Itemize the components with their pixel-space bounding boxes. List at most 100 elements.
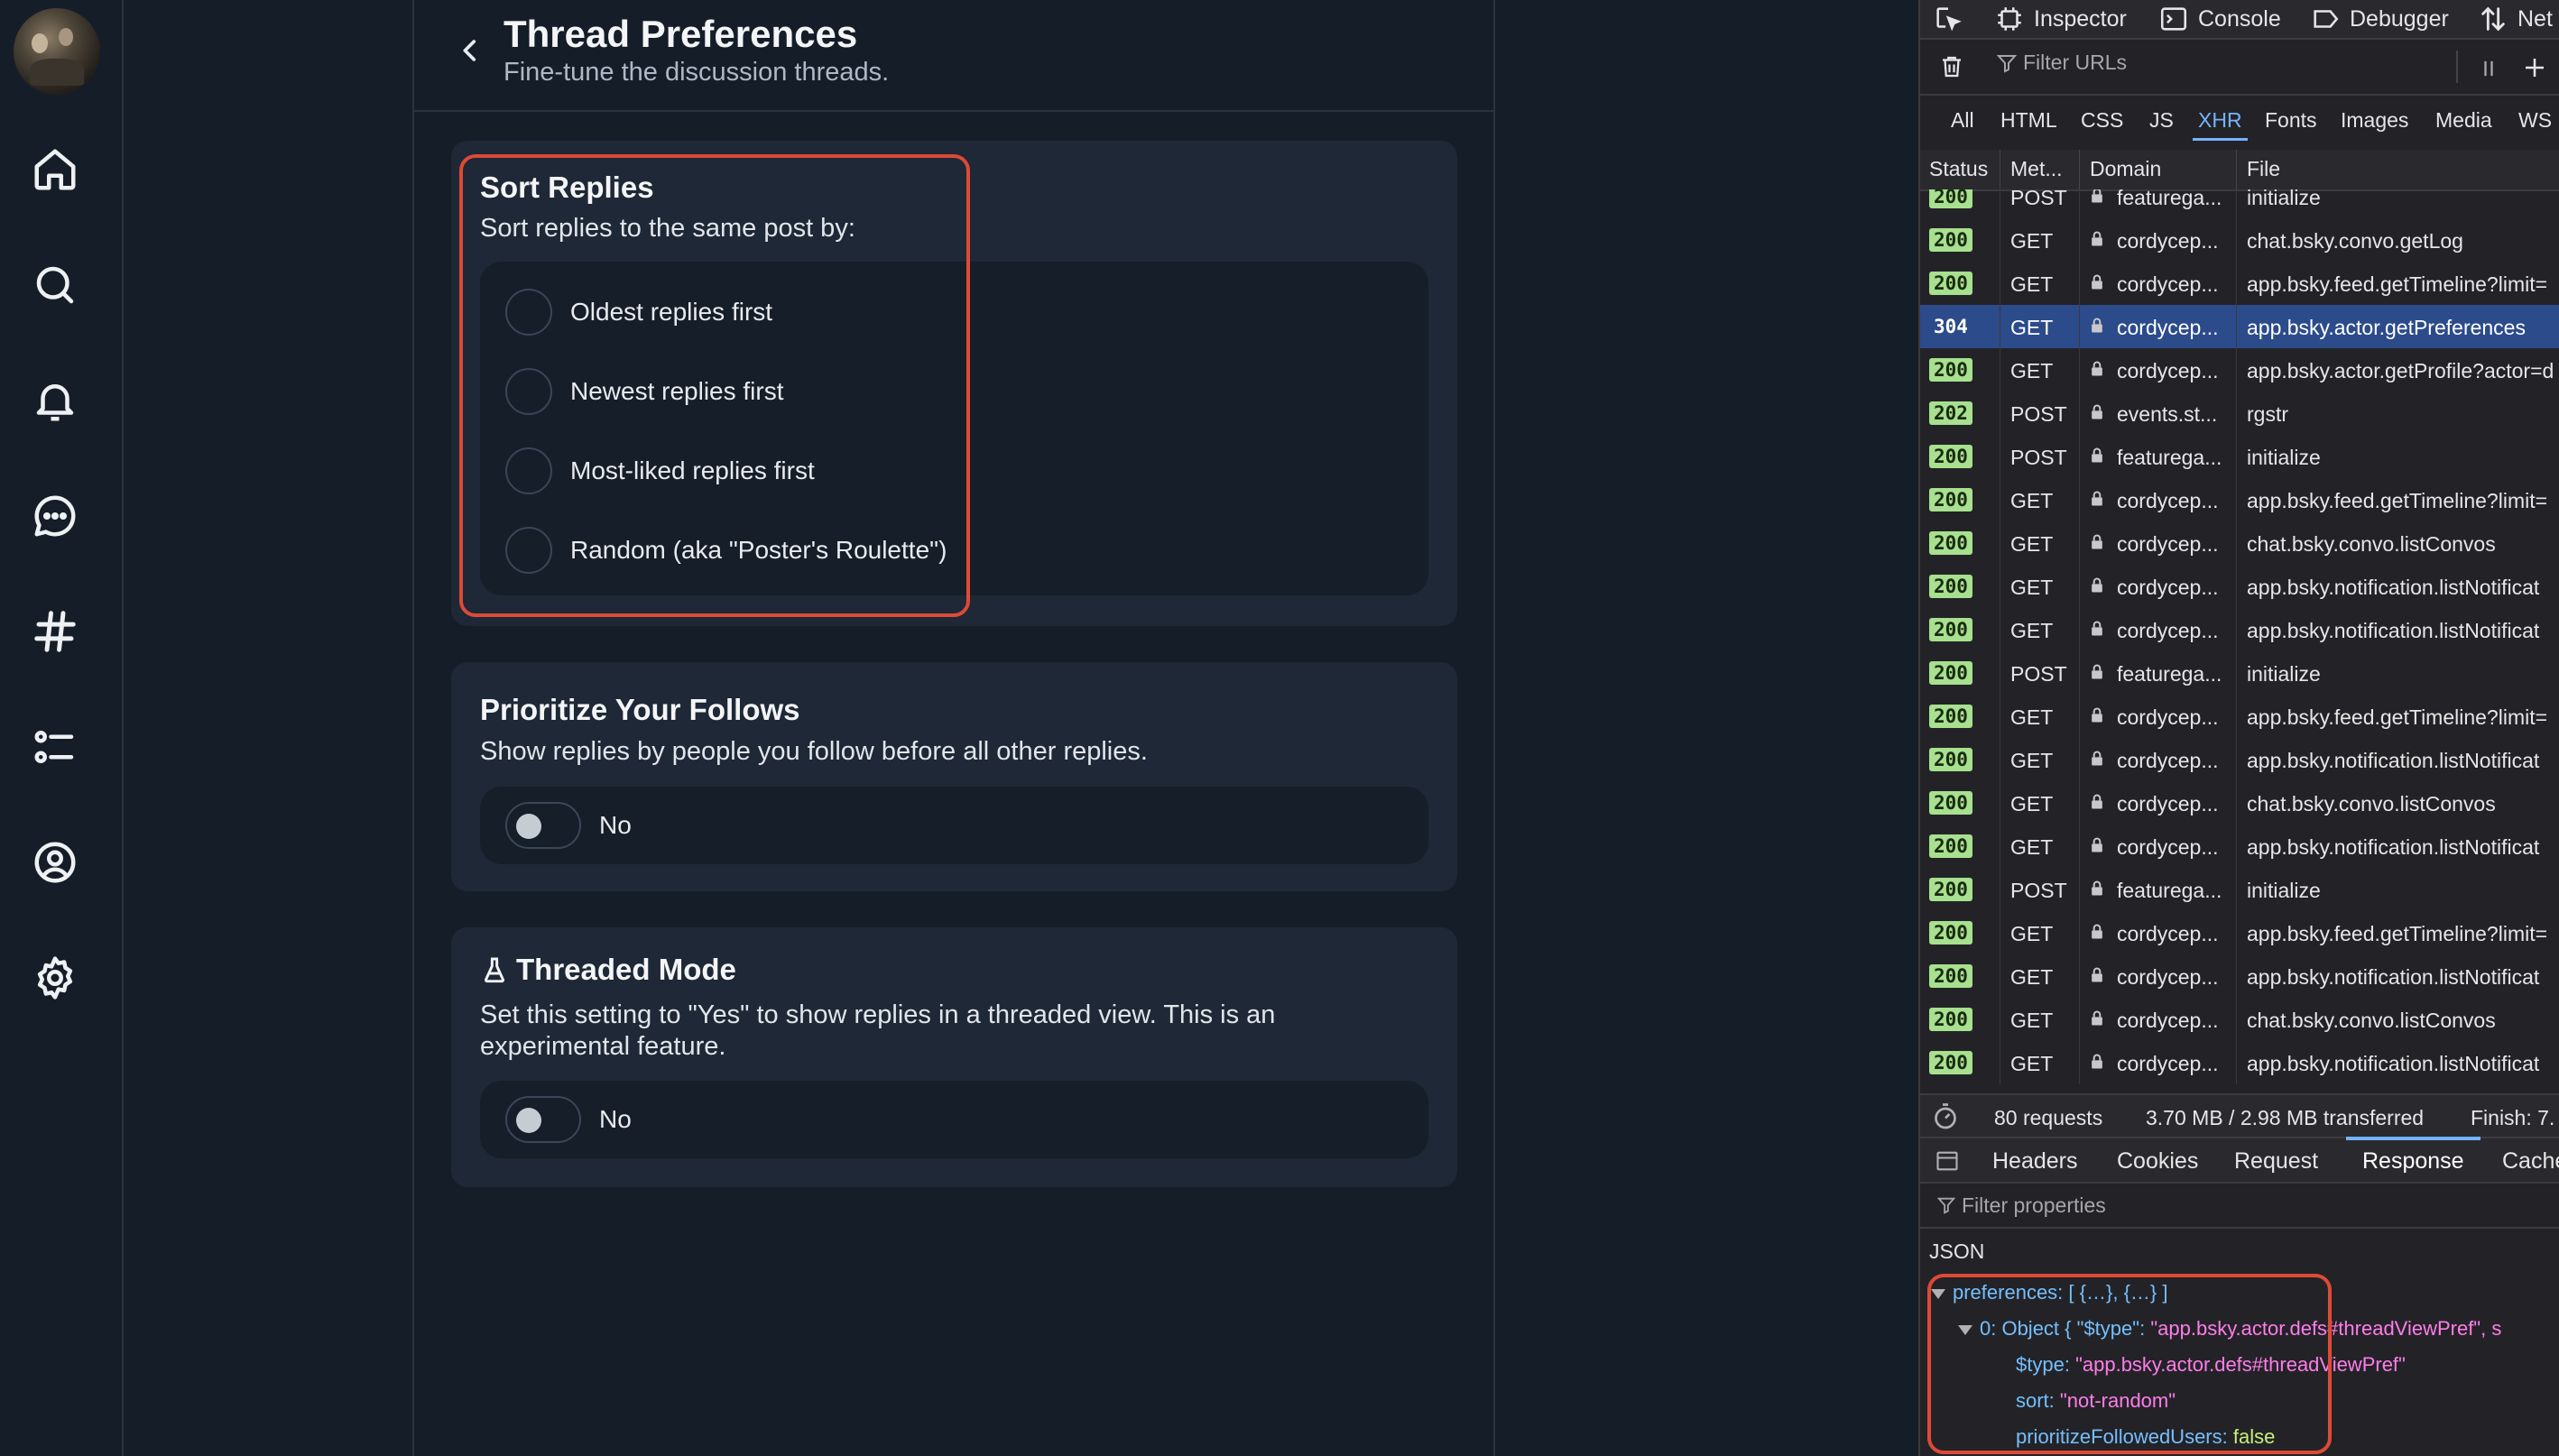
- request-row[interactable]: 200 GET cordycep... app.bsky.actor.getProfi…: [1920, 348, 2559, 392]
- request-row[interactable]: 200 GET cordycep... app.bsky.feed.getTimeli…: [1920, 911, 2559, 954]
- prioritize-follows-toggle[interactable]: [505, 802, 581, 849]
- request-row[interactable]: 200 GET cordycep... app.bsky.feed.getTimeli…: [1920, 478, 2559, 521]
- sidebar-toggle-icon[interactable]: [1935, 1148, 1960, 1174]
- sort-option-oldest[interactable]: Oldest replies first: [505, 287, 772, 337]
- type-filter-all[interactable]: All: [1951, 108, 1974, 133]
- tab-network[interactable]: Net: [2478, 4, 2553, 34]
- nav-lists[interactable]: [25, 717, 85, 777]
- column-method[interactable]: Met...: [2010, 157, 2063, 181]
- tab-response[interactable]: Response: [2346, 1137, 2480, 1175]
- tab-headers[interactable]: Headers: [1992, 1148, 2078, 1175]
- request-row[interactable]: 200 GET cordycep... app.bsky.feed.getTimeli…: [1920, 262, 2559, 305]
- request-row[interactable]: 200 GET cordycep... app.bsky.feed.getTimeli…: [1920, 695, 2559, 738]
- nav-settings[interactable]: [25, 948, 85, 1008]
- pause-icon[interactable]: [2476, 56, 2501, 81]
- nav-search[interactable]: [25, 255, 85, 315]
- request-row[interactable]: 200 GET cordycep... chat.bsky.convo.listCon…: [1920, 521, 2559, 565]
- status-badge: 200: [1929, 834, 1972, 858]
- nav-notifications[interactable]: [25, 371, 85, 430]
- request-row[interactable]: 200 POST featurega... initialize: [1920, 651, 2559, 695]
- expand-triangle-icon[interactable]: [1931, 1288, 1945, 1299]
- lock-icon: [2088, 792, 2106, 812]
- request-row[interactable]: 200 GET cordycep... app.bsky.notification.l…: [1920, 825, 2559, 868]
- request-method: GET: [2010, 316, 2054, 339]
- filter-properties-input[interactable]: Filter properties: [1920, 1184, 2559, 1229]
- prioritize-follows-toggle-row[interactable]: No: [480, 787, 1428, 864]
- request-file: chat.bsky.convo.getLog: [2247, 229, 2463, 253]
- element-picker-button[interactable]: [1933, 4, 1972, 34]
- threaded-mode-toggle[interactable]: [505, 1096, 581, 1143]
- stopwatch-icon: [1935, 1103, 1956, 1129]
- sort-option-label: Newest replies first: [570, 377, 784, 405]
- json-object-line[interactable]: 0: Object { "$type": "app.bsky.actor.def…: [1958, 1317, 2501, 1341]
- radio-button[interactable]: [505, 368, 552, 415]
- tab-cookies[interactable]: Cookies: [2117, 1148, 2198, 1175]
- request-row[interactable]: 200 GET cordycep... app.bsky.notification.l…: [1920, 954, 2559, 998]
- type-filter-xhr[interactable]: XHR: [2193, 108, 2248, 141]
- nav-chat[interactable]: [25, 486, 85, 546]
- request-row[interactable]: 200 POST featurega... initialize: [1920, 868, 2559, 911]
- nav-profile[interactable]: [25, 833, 85, 892]
- request-row[interactable]: 200 POST featurega... initialize: [1920, 189, 2559, 218]
- radio-button[interactable]: [505, 447, 552, 494]
- column-domain[interactable]: Domain: [2090, 157, 2161, 181]
- request-domain: cordycep...: [2117, 619, 2219, 642]
- type-filter-fonts[interactable]: Fonts: [2265, 108, 2317, 133]
- threaded-mode-toggle-row[interactable]: No: [480, 1081, 1428, 1158]
- radio-button[interactable]: [505, 289, 552, 336]
- type-filter-images[interactable]: Images: [2341, 108, 2408, 133]
- nav-home[interactable]: [25, 140, 85, 199]
- tab-debugger[interactable]: Debugger: [2310, 4, 2449, 34]
- type-filter-ws[interactable]: WS: [2518, 108, 2552, 133]
- sort-option-most-liked[interactable]: Most-liked replies first: [505, 446, 815, 496]
- request-domain: cordycep...: [2117, 835, 2219, 859]
- request-row[interactable]: 200 GET cordycep... app.bsky.notification.l…: [1920, 738, 2559, 781]
- sort-option-random[interactable]: Random (aka "Poster's Roulette"): [505, 525, 947, 576]
- request-row[interactable]: 202 POST events.st... rgstr: [1920, 392, 2559, 435]
- request-row[interactable]: 200 GET cordycep... chat.bsky.convo.listCon…: [1920, 998, 2559, 1041]
- request-file: app.bsky.notification.listNotificat: [2247, 965, 2540, 989]
- request-row[interactable]: 200 GET cordycep... app.bsky.notification.l…: [1920, 608, 2559, 651]
- request-method: GET: [2010, 922, 2054, 945]
- request-method: GET: [2010, 1052, 2054, 1075]
- trash-icon[interactable]: [1938, 52, 1965, 81]
- toggle-value: No: [599, 1105, 632, 1133]
- nav-feeds[interactable]: [25, 602, 85, 661]
- column-file[interactable]: File: [2247, 157, 2280, 181]
- page-header: Thread Preferences Fine-tune the discuss…: [414, 0, 1493, 112]
- plus-icon[interactable]: [2521, 54, 2548, 81]
- expand-triangle-icon[interactable]: [1958, 1324, 1972, 1335]
- column-status[interactable]: Status: [1929, 157, 1988, 181]
- sort-replies-description: Sort replies to the same post by:: [480, 214, 855, 243]
- type-filter-media[interactable]: Media: [2435, 108, 2492, 133]
- chevron-left-icon: [463, 40, 476, 61]
- filter-urls-input[interactable]: Filter URLs: [1996, 51, 2127, 75]
- funnel-icon: [1996, 54, 2018, 73]
- tab-inspector[interactable]: Inspector: [1994, 4, 2127, 34]
- sort-option-newest[interactable]: Newest replies first: [505, 366, 784, 417]
- type-filter-html[interactable]: HTML: [2000, 108, 2057, 133]
- status-badge: 202: [1929, 401, 1972, 425]
- request-row[interactable]: 200 GET cordycep... chat.bsky.convo.getLog: [1920, 218, 2559, 262]
- request-method: GET: [2010, 619, 2054, 642]
- request-row[interactable]: 200 GET cordycep... app.bsky.notification.l…: [1920, 565, 2559, 608]
- request-method: POST: [2010, 662, 2067, 686]
- avatar[interactable]: [14, 8, 100, 95]
- radio-button[interactable]: [505, 527, 552, 574]
- tab-request[interactable]: Request: [2234, 1148, 2318, 1175]
- json-type-line: $type: "app.bsky.actor.defs#threadViewPr…: [2016, 1353, 2406, 1376]
- tab-console[interactable]: Console: [2158, 4, 2281, 34]
- type-filter-js[interactable]: JS: [2149, 108, 2174, 133]
- request-row[interactable]: 200 POST featurega... initialize: [1920, 435, 2559, 478]
- request-method: POST: [2010, 446, 2067, 469]
- request-row[interactable]: 304 GET cordycep... app.bsky.actor.getPrefe…: [1920, 305, 2559, 348]
- request-domain: featurega...: [2117, 662, 2222, 686]
- request-file: chat.bsky.convo.listConvos: [2247, 532, 2496, 556]
- request-domain: cordycep...: [2117, 532, 2219, 556]
- request-row[interactable]: 200 GET cordycep... app.bsky.notification.l…: [1920, 1041, 2559, 1084]
- type-filter-css[interactable]: CSS: [2081, 108, 2123, 133]
- json-preferences-line[interactable]: preferences: [ {…}, {…} ]: [1931, 1281, 2168, 1304]
- back-button[interactable]: [450, 31, 490, 70]
- tab-cache[interactable]: Cache: [2502, 1148, 2559, 1175]
- request-row[interactable]: 200 GET cordycep... chat.bsky.convo.listCon…: [1920, 781, 2559, 825]
